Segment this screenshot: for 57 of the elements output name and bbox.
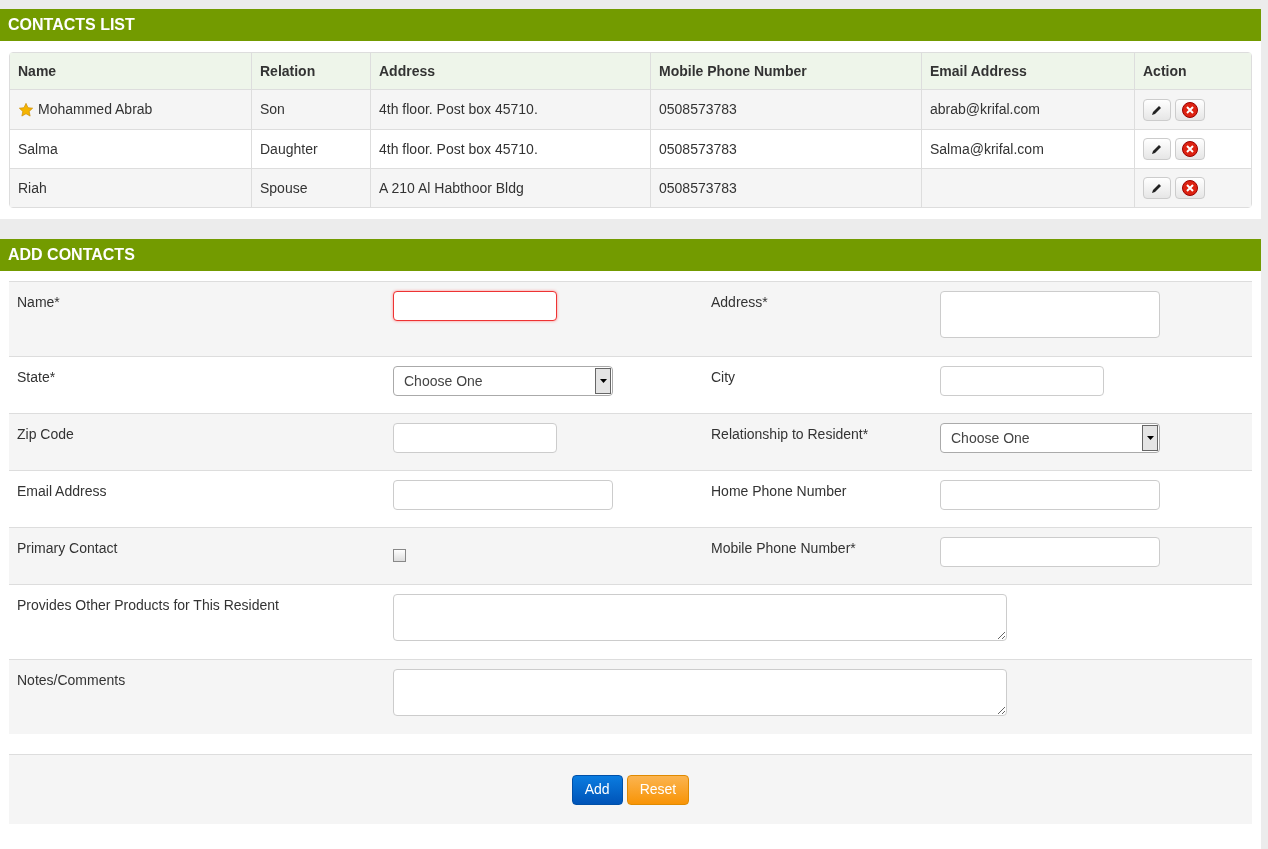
delete-button[interactable] xyxy=(1175,138,1205,160)
text-field[interactable] xyxy=(940,366,1104,396)
close-icon xyxy=(1182,101,1198,118)
table-cell-text: A 210 Al Habthoor Bldg xyxy=(379,178,524,198)
table-cell-text: 4th floor. Post box 45710. xyxy=(379,139,538,159)
delete-button[interactable] xyxy=(1175,177,1205,199)
field-label: Home Phone Number xyxy=(711,483,847,499)
edit-button[interactable] xyxy=(1143,98,1171,121)
section-title: ADD CONTACTS xyxy=(0,239,1261,271)
table-cell-text: Riah xyxy=(18,178,47,198)
table-cell-text: Mohammed Abrab xyxy=(38,100,153,119)
text-field[interactable] xyxy=(393,423,557,453)
field-label: Address* xyxy=(711,294,768,310)
table-cell-text: Son xyxy=(260,100,285,119)
field-label: Email Address xyxy=(17,483,107,499)
column-header: Email Address xyxy=(921,53,1134,89)
table-cell-text: 0508573783 xyxy=(659,100,737,119)
checkbox[interactable] xyxy=(393,549,406,562)
table-cell-text: abrab@krifal.com xyxy=(930,100,1040,119)
pencil-icon xyxy=(1151,103,1163,116)
text-field[interactable] xyxy=(940,480,1160,510)
delete-button[interactable] xyxy=(1175,98,1205,121)
add-button[interactable]: Add xyxy=(571,774,623,805)
close-icon xyxy=(1182,141,1198,157)
pencil-icon xyxy=(1151,143,1163,155)
text-field[interactable] xyxy=(393,480,613,510)
field-label: Primary Contact xyxy=(17,540,118,556)
edit-button[interactable] xyxy=(1143,177,1171,199)
dropdown[interactable]: Choose One xyxy=(393,366,613,396)
column-header: Relation xyxy=(251,53,370,89)
table-cell-text: Salma xyxy=(18,139,58,159)
column-header: Mobile Phone Number xyxy=(650,53,921,89)
field-label: Provides Other Products for This Resident xyxy=(17,597,279,613)
table-cell-text: 0508573783 xyxy=(659,139,737,159)
column-header: Action xyxy=(1134,53,1251,89)
table-cell-text: Salma@krifal.com xyxy=(930,139,1044,159)
table-cell-text: Daughter xyxy=(260,139,318,159)
dropdown[interactable]: Choose One xyxy=(940,423,1160,453)
pencil-icon xyxy=(1151,182,1163,194)
star-icon xyxy=(18,101,34,118)
table-cell-text: Spouse xyxy=(260,178,308,198)
close-icon xyxy=(1182,180,1198,196)
field-label: Name* xyxy=(17,294,60,310)
table-cell-text: 4th floor. Post box 45710. xyxy=(379,100,538,119)
column-header: Address xyxy=(370,53,650,89)
field-label: Notes/Comments xyxy=(17,672,126,688)
text-field[interactable] xyxy=(940,537,1160,567)
text-field[interactable] xyxy=(393,291,557,321)
section-title: CONTACTS LIST xyxy=(0,9,1261,41)
field-label: Relationship to Resident* xyxy=(711,426,869,442)
field-label: Mobile Phone Number* xyxy=(711,540,856,556)
table-cell-text: 0508573783 xyxy=(659,178,737,198)
field-label: State* xyxy=(17,369,56,385)
edit-button[interactable] xyxy=(1143,138,1171,160)
field-label: City xyxy=(711,369,736,385)
column-header: Name xyxy=(17,61,58,81)
field-label: Zip Code xyxy=(17,426,74,442)
